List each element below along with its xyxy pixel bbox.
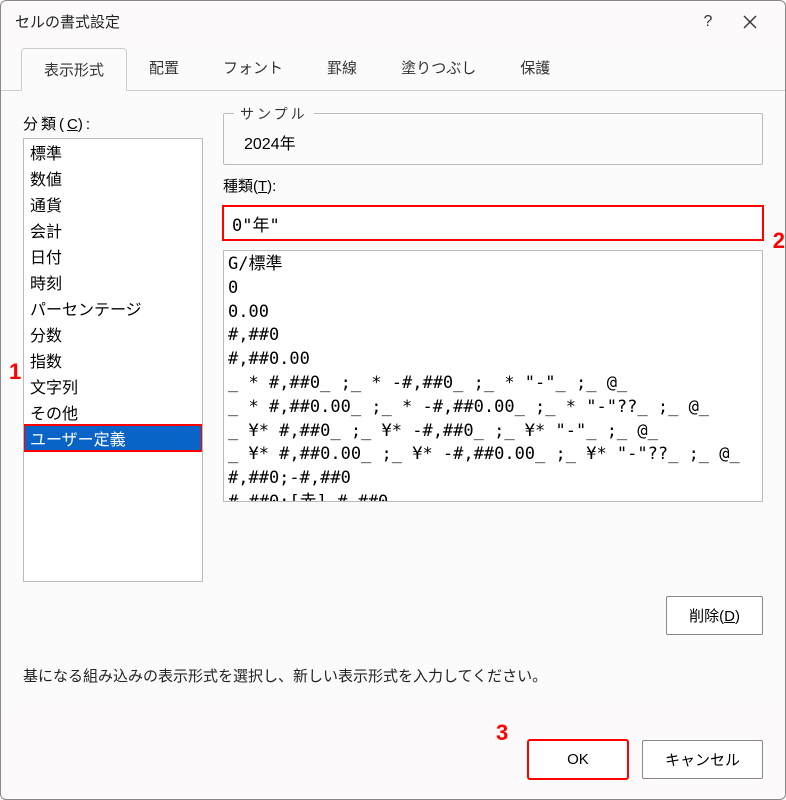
annotation-3: 3 — [496, 720, 508, 746]
close-icon — [743, 15, 757, 29]
type-option[interactable]: _ * #,##0_ ;_ * -#,##0_ ;_ * "-"_ ;_ @_ — [228, 372, 758, 396]
category-pane: 分類(C): 標準数値通貨会計日付時刻パーセンテージ分数指数文字列その他ユーザー… — [23, 113, 203, 582]
tab-border[interactable]: 罫線 — [305, 47, 379, 90]
category-item[interactable]: 時刻 — [24, 269, 202, 295]
category-item[interactable]: パーセンテージ — [24, 295, 202, 321]
close-button[interactable] — [729, 6, 771, 38]
category-item[interactable]: ユーザー定義 — [24, 425, 202, 451]
category-item[interactable]: 指数 — [24, 347, 202, 373]
ok-button[interactable]: OK — [528, 740, 628, 779]
hint-text: 基になる組み込みの表示形式を選択し、新しい表示形式を入力してください。 — [1, 635, 785, 686]
category-item[interactable]: 会計 — [24, 217, 202, 243]
type-input[interactable] — [223, 206, 763, 240]
category-item[interactable]: 通貨 — [24, 191, 202, 217]
category-item[interactable]: 数値 — [24, 165, 202, 191]
type-option[interactable]: 0.00 — [228, 301, 758, 325]
category-item[interactable]: 日付 — [24, 243, 202, 269]
tab-number-format[interactable]: 表示形式 — [21, 48, 127, 91]
tab-font[interactable]: フォント — [201, 47, 305, 90]
type-option[interactable]: #,##0;[赤]-#,##0 — [228, 491, 758, 502]
category-label: 分類(C): — [23, 113, 203, 134]
category-item[interactable]: 文字列 — [24, 373, 202, 399]
category-listbox[interactable]: 標準数値通貨会計日付時刻パーセンテージ分数指数文字列その他ユーザー定義 — [23, 138, 203, 582]
delete-button[interactable]: 削除(D) — [666, 596, 763, 635]
type-option[interactable]: _ * #,##0.00_ ;_ * -#,##0.00_ ;_ * "-"??… — [228, 396, 758, 420]
type-option[interactable]: #,##0.00 — [228, 348, 758, 372]
sample-groupbox: サンプル 2024年 — [223, 113, 763, 165]
type-option[interactable]: _ ¥* #,##0.00_ ;_ ¥* -#,##0.00_ ;_ ¥* "-… — [228, 443, 758, 467]
annotation-2: 2 — [773, 228, 785, 254]
sample-value: 2024年 — [238, 130, 748, 154]
type-option[interactable]: #,##0 — [228, 324, 758, 348]
tabstrip: 表示形式 配置 フォント 罫線 塗りつぶし 保護 — [1, 47, 785, 91]
help-button[interactable]: ? — [687, 6, 729, 38]
format-cells-dialog: セルの書式設定 ? 表示形式 配置 フォント 罫線 塗りつぶし 保護 分類(C)… — [0, 0, 786, 800]
titlebar: セルの書式設定 ? — [1, 1, 785, 43]
sample-legend: サンプル — [234, 104, 314, 124]
type-listbox[interactable]: G/標準00.00#,##0#,##0.00_ * #,##0_ ;_ * -#… — [223, 250, 763, 502]
type-option[interactable]: #,##0;-#,##0 — [228, 467, 758, 491]
client-area: 表示形式 配置 フォント 罫線 塗りつぶし 保護 分類(C): 標準数値通貨会計… — [1, 47, 785, 706]
type-option[interactable]: G/標準 — [228, 253, 758, 277]
type-label: 種類(T): — [223, 175, 763, 196]
dialog-footer: 3 OK キャンセル — [528, 740, 763, 779]
tab-alignment[interactable]: 配置 — [127, 47, 201, 90]
category-item[interactable]: その他 — [24, 399, 202, 425]
cancel-button[interactable]: キャンセル — [642, 740, 763, 779]
type-option[interactable]: _ ¥* #,##0_ ;_ ¥* -#,##0_ ;_ ¥* "-"_ ;_ … — [228, 420, 758, 444]
dialog-title: セルの書式設定 — [15, 11, 687, 32]
type-option[interactable]: 0 — [228, 277, 758, 301]
category-item[interactable]: 標準 — [24, 139, 202, 165]
category-item[interactable]: 分数 — [24, 321, 202, 347]
tab-fill[interactable]: 塗りつぶし — [379, 47, 498, 90]
tab-protection[interactable]: 保護 — [498, 47, 572, 90]
